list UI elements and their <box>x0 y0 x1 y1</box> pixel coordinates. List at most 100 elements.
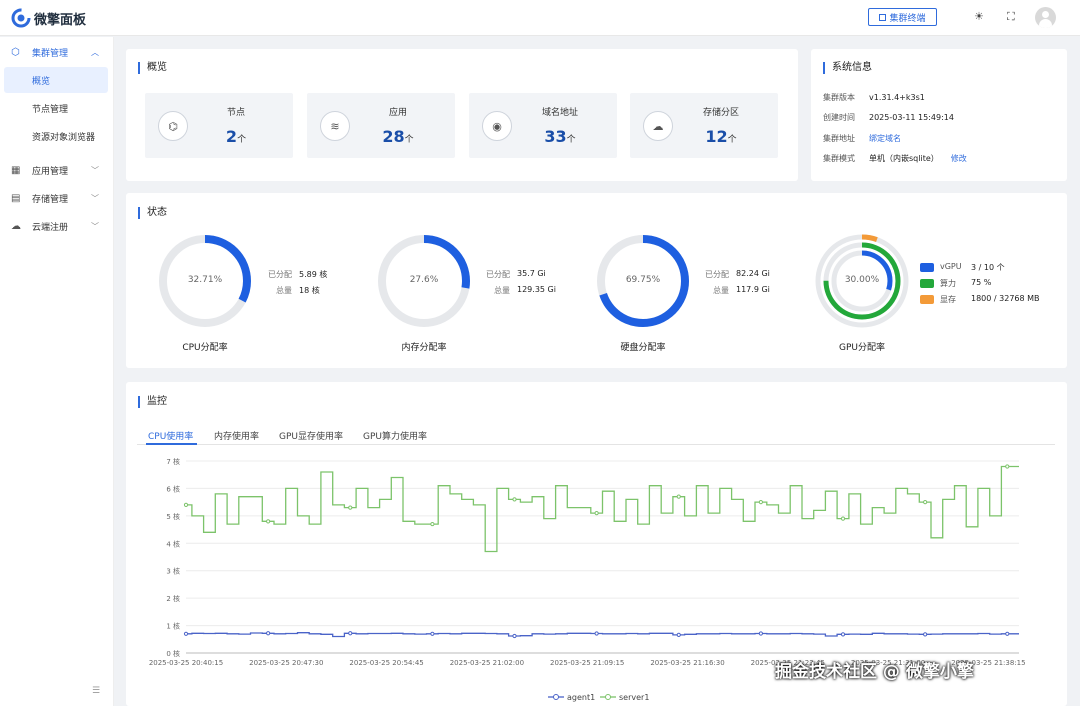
data-point-server1 <box>266 519 271 524</box>
data-point-server1 <box>430 521 435 527</box>
sidebar-item-label: 概览 <box>32 76 51 87</box>
stat-label: 存储分区 <box>702 108 739 118</box>
data-point-agent1 <box>840 632 846 637</box>
top-bar: 微擎面板 集群终端 ☀ ⛶ <box>0 0 1080 36</box>
stat-apps[interactable]: ≋ 应用 28个 <box>307 93 455 158</box>
stat-nodes[interactable]: ⌬ 节点 2个 <box>145 93 293 158</box>
legend-swatch-compute <box>920 279 934 288</box>
legend-label-agent1[interactable]: agent1 <box>567 693 595 702</box>
series-line-server1 <box>186 465 1019 553</box>
gpu-percent: 30.00% <box>844 275 880 285</box>
legend-swatch-memory <box>920 295 934 304</box>
mem-label: 内存分配率 <box>401 343 447 353</box>
data-point-server1 <box>840 516 846 521</box>
legend-marker-server1[interactable] <box>605 694 611 700</box>
data-point-agent1 <box>512 633 517 639</box>
bind-domain-link[interactable]: 绑定域名 <box>869 134 901 143</box>
cpu-label: CPU分配率 <box>182 343 228 353</box>
info-version-row: 集群版本 v1.31.4+k3s1 <box>823 93 925 102</box>
sidebar-item-cluster[interactable]: ⬡ 集群管理 ︿ <box>0 39 114 65</box>
tab-gpu-compute-usage[interactable]: GPU算力使用率 <box>363 429 427 442</box>
x-tick-label: 2025-03-25 20:47:30 <box>249 659 323 667</box>
sidebar-item-label: 存储管理 <box>32 194 69 205</box>
stat-unit: 个 <box>237 135 247 145</box>
overview-title: 概览 <box>138 62 167 74</box>
stat-domains[interactable]: ◉ 域名地址 33个 <box>469 93 617 158</box>
sidebar-item-storage[interactable]: ▤ 存储管理 ﹀ <box>0 185 114 211</box>
collapse-sidebar-icon[interactable]: ☰ <box>92 686 100 696</box>
cpu-allocated-value: 5.89 核 <box>299 270 328 279</box>
gpu-label: GPU分配率 <box>839 343 885 353</box>
watermark: 掘金技术社区 @ 微擎小擎 <box>775 662 974 682</box>
status-card: 状态 32.71% CPU分配率 已分配 5.89 核 总量 18 核 27.6… <box>126 193 1067 368</box>
y-tick-label: 3 核 <box>166 567 180 576</box>
stat-storage[interactable]: ☁ 存储分区 12个 <box>630 93 778 158</box>
sidebar-item-label: 节点管理 <box>32 104 69 115</box>
x-tick-label: 2025-03-25 20:40:15 <box>149 659 223 667</box>
mem-percent: 27.6% <box>409 275 439 285</box>
stat-value: 2 <box>225 127 238 146</box>
data-point-agent1 <box>348 631 353 636</box>
tab-gpu-memory-usage[interactable]: GPU显存使用率 <box>279 429 343 442</box>
tab-cpu-usage[interactable]: CPU使用率 <box>148 429 193 442</box>
y-tick-label: 4 核 <box>166 539 180 548</box>
data-point-agent1 <box>430 631 435 636</box>
legend-label-server1[interactable]: server1 <box>619 693 649 702</box>
mem-allocated-key: 已分配 <box>486 270 510 279</box>
edit-mode-link[interactable]: 修改 <box>951 154 967 163</box>
fullscreen-icon[interactable]: ⛶ <box>1007 10 1015 24</box>
chevron-down-icon: ﹀ <box>91 221 99 231</box>
grid-icon: ▦ <box>11 164 21 176</box>
sidebar-item-nodes[interactable]: 节点管理 <box>0 95 114 121</box>
data-point-server1 <box>758 500 763 505</box>
active-tab-indicator <box>146 443 197 445</box>
stat-label: 节点 <box>226 108 245 118</box>
y-tick-label: 2 核 <box>166 594 180 603</box>
stat-label: 域名地址 <box>541 108 578 118</box>
data-point-agent1 <box>183 631 189 636</box>
data-point-server1 <box>512 497 517 502</box>
data-point-agent1 <box>758 631 763 636</box>
stat-unit: 个 <box>404 135 414 145</box>
stat-value: 33 <box>544 127 567 146</box>
sidebar-item-apps[interactable]: ▦ 应用管理 ﹀ <box>0 157 114 183</box>
data-point-server1 <box>1005 464 1010 469</box>
data-point-agent1 <box>676 632 681 637</box>
cpu-allocated-key: 已分配 <box>268 270 292 279</box>
cluster-terminal-button[interactable]: 集群终端 <box>868 8 937 26</box>
disk-total-value: 117.9 Gi <box>736 285 770 294</box>
cluster-terminal-label: 集群终端 <box>889 13 926 24</box>
mem-total-key: 总量 <box>494 286 510 295</box>
stat-label: 应用 <box>388 108 407 118</box>
sidebar-item-label: 资源对象浏览器 <box>32 132 96 143</box>
y-tick-label: 7 核 <box>166 457 180 466</box>
sun-icon[interactable]: ☀ <box>974 10 984 23</box>
tab-memory-usage[interactable]: 内存使用率 <box>214 429 259 442</box>
data-point-agent1 <box>266 631 271 636</box>
disk-total-key: 总量 <box>713 286 729 295</box>
chevron-up-icon: ︿ <box>91 47 99 57</box>
disk-percent: 69.75% <box>625 275 661 285</box>
y-tick-label: 5 核 <box>166 512 180 521</box>
sidebar-item-resource-browser[interactable]: 资源对象浏览器 <box>0 123 114 149</box>
user-avatar-icon[interactable] <box>1035 7 1056 28</box>
mem-allocated-value: 35.7 Gi <box>517 269 546 278</box>
sidebar-item-label: 云端注册 <box>32 222 69 233</box>
legend-key-memory: 显存 <box>940 295 956 304</box>
cpu-percent: 32.71% <box>187 275 223 285</box>
legend-value-memory: 1800 / 32768 MB <box>971 294 1040 303</box>
data-point-server1 <box>923 500 928 505</box>
chevron-down-icon: ﹀ <box>91 165 99 175</box>
legend-marker-agent1[interactable] <box>553 694 559 700</box>
cube-icon: ⬡ <box>11 46 20 58</box>
x-tick-label: 2025-03-25 20:54:45 <box>349 659 423 667</box>
status-title: 状态 <box>138 207 167 219</box>
cloud-disk-icon: ☁ <box>643 111 673 141</box>
legend-value-vgpu: 3 / 10 个 <box>971 263 1005 272</box>
data-point-agent1 <box>594 631 599 636</box>
sidebar-item-overview[interactable]: 概览 <box>4 67 108 93</box>
y-tick-label: 0 核 <box>166 649 180 658</box>
info-mode-row: 集群模式 单机（内嵌sqlite） 修改 <box>823 154 967 163</box>
sidebar-item-cloud[interactable]: ☁ 云端注册 ﹀ <box>0 213 114 239</box>
stat-value: 12 <box>705 127 728 146</box>
